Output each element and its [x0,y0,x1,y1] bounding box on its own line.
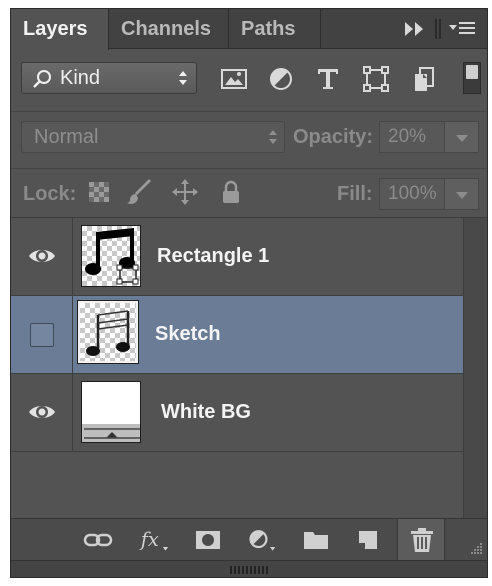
adjustment-filter-icon[interactable] [266,64,296,94]
add-mask-icon[interactable] [193,527,223,553]
blend-mode-select[interactable]: Normal [21,121,285,153]
panel-menu-controls [399,19,479,39]
fx-icon[interactable]: fx [139,527,169,553]
layer-name[interactable]: Sketch [155,323,221,346]
lock-all-icon[interactable] [217,178,245,206]
blend-mode-value: Normal [34,126,99,148]
opacity-label: Opacity: [293,126,374,148]
music-note-thumbnail-icon [85,228,139,285]
chevron-down-icon [456,192,468,199]
layers-bottom-toolbar: fx [11,518,487,561]
smart-object-filter-icon[interactable] [409,64,439,94]
visibility-toggle-box[interactable] [30,323,54,347]
lock-position-icon[interactable] [171,178,199,206]
filter-toggle-switch[interactable] [463,62,481,94]
layer-row-sketch[interactable]: Sketch [11,296,463,374]
blend-opacity-row: Normal Opacity: 20% [11,113,487,169]
layer-name[interactable]: Rectangle 1 [157,245,269,268]
updown-arrows-icon [179,71,187,85]
lock-transparent-icon[interactable] [85,178,113,206]
new-group-icon[interactable] [301,527,331,553]
layers-scrollbar[interactable] [463,218,487,518]
updown-arrows-icon [269,130,277,144]
layer-thumbnail[interactable] [81,381,141,443]
lock-image-icon[interactable] [125,178,153,206]
panel-resize-strip[interactable] [11,560,487,577]
layer-visibility-cell[interactable] [11,296,73,373]
sketch-music-note-thumbnail-icon [86,310,130,356]
adjustment-layer-icon[interactable] [247,527,277,553]
layer-row-rectangle-1[interactable]: Rectangle 1 [11,218,463,296]
fill-layer-thumbnail-icon [82,382,140,442]
panel-tab-bar: Layers Channels Paths [11,9,487,50]
delete-layer-button[interactable] [397,519,445,561]
lock-label: Lock: [23,183,77,205]
collapse-panel-icon[interactable] [405,22,423,36]
layer-name[interactable]: White BG [161,401,251,424]
fill-dropdown-button[interactable] [445,178,479,210]
filter-toggle-knob [466,65,478,79]
link-layers-icon[interactable] [83,527,113,553]
resize-corner-icon[interactable] [467,540,483,556]
tab-paths[interactable]: Paths [229,9,321,49]
filter-kind-label: Kind [60,67,101,89]
fill-input[interactable]: 100% [379,178,445,210]
new-layer-icon[interactable] [353,527,383,553]
trash-icon [411,528,433,552]
filter-kind-select[interactable]: Kind [21,62,197,94]
layer-thumbnail[interactable] [77,300,139,364]
tab-layers[interactable]: Layers [11,9,109,50]
type-filter-icon[interactable] [313,64,343,94]
resize-grip-icon[interactable] [230,566,270,574]
layers-list: Rectangle 1 Sketch White BG [11,218,463,518]
svg-text:fx: fx [139,528,159,551]
fill-label: Fill: [337,183,373,205]
lock-fill-row: Lock: Fill: 100% [11,170,487,218]
panel-menu-icon[interactable] [449,22,475,34]
search-icon [33,70,51,88]
layer-thumbnail[interactable] [81,225,141,287]
eye-icon[interactable] [27,245,57,267]
layer-filter-row: Kind [11,50,487,112]
opacity-dropdown-button[interactable] [445,121,479,153]
eye-icon[interactable] [27,401,57,423]
tab-channels[interactable]: Channels [109,9,229,49]
layer-visibility-cell[interactable] [11,374,73,451]
shape-filter-icon[interactable] [361,64,391,94]
layers-panel: Layers Channels Paths Kind Normal Opacit… [10,8,488,578]
chevron-down-icon [456,135,468,142]
layer-visibility-cell[interactable] [11,218,73,295]
layer-row-white-bg[interactable]: White BG [11,374,463,452]
opacity-input[interactable]: 20% [379,121,445,153]
image-filter-icon[interactable] [219,64,249,94]
